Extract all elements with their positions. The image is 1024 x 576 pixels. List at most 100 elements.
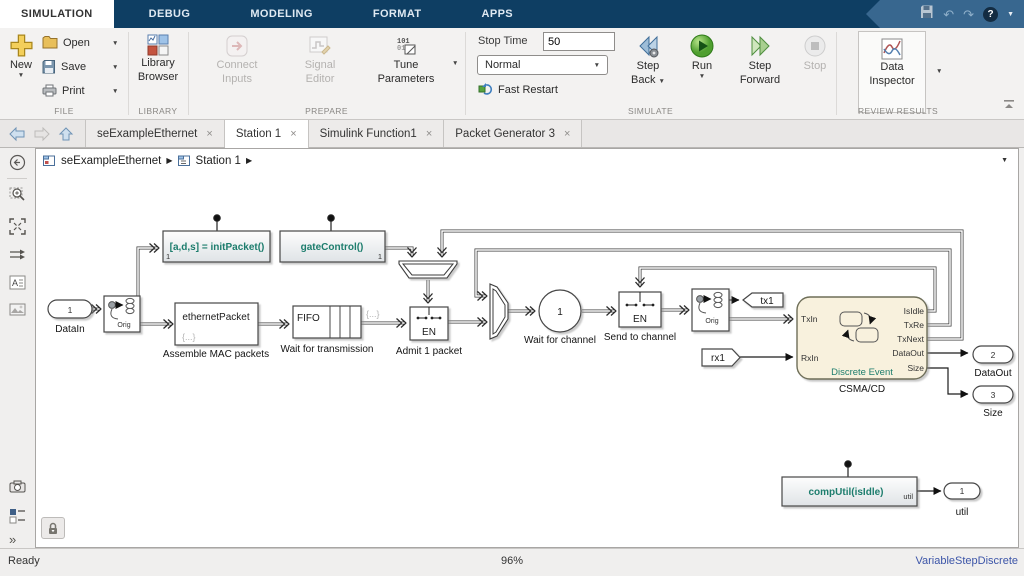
document-bar: seExampleEthernet× Station 1× Simulink F… <box>0 120 1024 148</box>
collapse-ribbon-icon[interactable] <box>1002 98 1016 110</box>
save-caret-icon[interactable]: ▼ <box>112 64 118 71</box>
block-util-port[interactable]: 1 util <box>944 483 980 518</box>
prepare-gallery-caret-icon[interactable]: ▼ <box>452 60 458 67</box>
print-button[interactable]: Print <box>42 84 85 97</box>
block-entity-sender[interactable]: Orig <box>692 289 729 331</box>
svg-text:FIFO: FIFO <box>297 313 320 324</box>
block-size-port[interactable]: 3 Size <box>973 386 1013 419</box>
block-ethernet-packet[interactable]: ethernetPacket {...} Assemble MAC packet… <box>163 303 269 360</box>
navigate-back-icon[interactable] <box>8 126 26 142</box>
zoom-icon[interactable] <box>9 186 26 203</box>
fit-to-view-icon[interactable] <box>9 218 26 235</box>
svg-text:{...}: {...} <box>182 332 196 342</box>
print-caret-icon[interactable]: ▼ <box>112 88 118 95</box>
block-send-gate[interactable]: EN Send to channel <box>604 292 676 343</box>
tab-apps[interactable]: APPS <box>460 0 534 28</box>
screenshot-icon[interactable] <box>9 478 26 495</box>
stop-time-input[interactable] <box>543 32 615 51</box>
doc-tab-station-1[interactable]: Station 1× <box>225 120 309 148</box>
tab-simulation[interactable]: SIMULATION <box>0 0 114 28</box>
block-diagram: 1 DataIn Orig [a,d,s] = in <box>36 172 1018 547</box>
svg-text:TxIn: TxIn <box>801 314 818 324</box>
step-forward-button[interactable]: Step Forward <box>735 33 785 88</box>
block-entity-generator[interactable]: Orig <box>104 296 140 332</box>
open-label: Open <box>63 37 90 49</box>
block-gate-control[interactable]: gateControl() 1 <box>280 231 385 262</box>
navigate-forward-icon[interactable] <box>33 126 51 142</box>
simulation-mode-select[interactable]: Normal ▼ <box>477 55 608 75</box>
lock-links-button[interactable] <box>41 517 65 539</box>
tab-debug[interactable]: DEBUG <box>128 0 212 28</box>
block-datain-port[interactable]: 1 DataIn <box>48 300 92 335</box>
tune-parameters-button[interactable]: 10101 Tune Parameters <box>370 34 442 87</box>
undo-icon[interactable]: ↶ <box>943 8 954 21</box>
status-bar: Ready 96% VariableStepDiscrete <box>0 548 1024 576</box>
block-from-rx1[interactable]: rx1 <box>702 349 740 366</box>
block-dataout-port[interactable]: 2 DataOut <box>973 346 1013 379</box>
svg-text:1: 1 <box>960 486 965 496</box>
block-admit-gate[interactable]: EN Admit 1 packet <box>396 307 462 357</box>
quick-access-caret-icon[interactable]: ▼ <box>1007 11 1014 18</box>
library-browser-button[interactable]: Library Browser <box>132 34 184 85</box>
new-button[interactable]: New ▼ <box>6 33 36 79</box>
library-browser-label: Library Browser <box>134 57 182 85</box>
annotation-icon[interactable]: A <box>9 274 26 291</box>
model-canvas[interactable]: 1 DataIn Orig [a,d,s] = in <box>36 172 1018 547</box>
block-fifo-queue[interactable]: FIFO {...} Wait for transmission <box>281 306 380 355</box>
doc-tab-packet-generator-3[interactable]: Packet Generator 3× <box>444 120 582 147</box>
help-icon[interactable]: ? <box>983 7 998 22</box>
svg-text:DataOut: DataOut <box>892 348 924 358</box>
breadcrumb-item-subsystem[interactable]: Station 1 <box>196 155 241 167</box>
run-button[interactable]: Run ▼ <box>684 33 720 80</box>
fast-restart-toggle[interactable]: Fast Restart <box>478 83 558 96</box>
open-button[interactable]: Open <box>42 36 90 49</box>
tab-format[interactable]: FORMAT <box>352 0 443 28</box>
open-caret-icon[interactable]: ▼ <box>112 40 118 47</box>
hide-browser-icon[interactable] <box>9 154 26 171</box>
document-tabs: seExampleEthernet× Station 1× Simulink F… <box>85 120 582 148</box>
ribbon-separator <box>128 32 129 115</box>
block-caption: DataOut <box>974 368 1011 379</box>
block-caption: Wait for transmission <box>281 344 374 355</box>
step-back-button[interactable]: Step Back ▼ <box>625 33 671 88</box>
doc-tab-simulink-function1[interactable]: Simulink Function1× <box>309 120 445 147</box>
block-comp-util[interactable]: compUtil(isIdle) util <box>782 477 917 506</box>
print-label: Print <box>62 85 85 97</box>
close-icon[interactable]: × <box>426 128 432 140</box>
tab-modeling[interactable]: MODELING <box>229 0 333 28</box>
breadcrumb-separator-icon[interactable]: ▶ <box>166 156 172 165</box>
close-icon[interactable]: × <box>290 128 296 140</box>
step-back-icon <box>635 33 661 59</box>
block-csma-chart[interactable]: TxIn RxIn IsIdle TxRe TxNext DataOut Siz… <box>797 297 927 395</box>
quick-access-toolbar: ↶ ↷ ? ▼ <box>866 0 1024 28</box>
more-tools-icon[interactable]: » <box>9 532 26 549</box>
block-caption: util <box>956 507 969 518</box>
block-goto-tx1[interactable]: tx1 <box>743 293 783 307</box>
run-caret-icon: ▼ <box>699 73 705 80</box>
breadcrumb-item-model[interactable]: seExampleEthernet <box>61 155 161 167</box>
model-icon <box>43 155 56 167</box>
close-icon[interactable]: × <box>564 128 570 140</box>
solver-link[interactable]: VariableStepDiscrete <box>915 555 1018 567</box>
block-entity-input-switch[interactable] <box>399 261 457 278</box>
breadcrumb-caret-icon[interactable]: ▼ <box>1001 157 1008 164</box>
save-button[interactable]: Save <box>42 60 86 74</box>
svg-text:01: 01 <box>397 45 405 53</box>
navigate-up-icon[interactable] <box>58 126 74 142</box>
zoom-level[interactable]: 96% <box>0 555 1024 567</box>
save-icon[interactable] <box>920 5 934 24</box>
block-wait-for-channel[interactable]: 1 Wait for channel <box>524 290 596 346</box>
block-path-combiner[interactable] <box>490 284 508 339</box>
data-inspector-caret-icon[interactable]: ▼ <box>936 68 942 75</box>
svg-text:ethernetPacket: ethernetPacket <box>182 312 249 323</box>
subsystem-icon <box>178 155 191 167</box>
close-icon[interactable]: × <box>206 128 212 140</box>
data-inspector-button[interactable]: Data Inspector <box>858 31 926 113</box>
image-icon[interactable] <box>9 301 26 318</box>
redo-icon[interactable]: ↷ <box>963 8 974 21</box>
doc-tab-seexampleethernet[interactable]: seExampleEthernet× <box>85 120 225 147</box>
breadcrumb-separator-icon[interactable]: ▶ <box>246 156 252 165</box>
block-init-packet[interactable]: [a,d,s] = initPacket() 1 <box>163 231 270 262</box>
model-legend-icon[interactable] <box>9 508 26 525</box>
route-signals-icon[interactable] <box>9 246 26 263</box>
